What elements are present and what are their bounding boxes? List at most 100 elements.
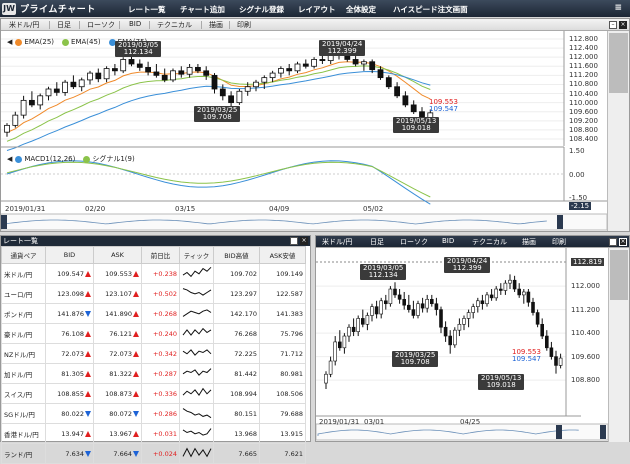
hamburger-menu-icon[interactable]: ≡: [614, 3, 622, 13]
rate-row[interactable]: 豪ドル/円 76.108 76.121 +0.240 76.268 75.796: [1, 323, 306, 344]
change-cell[interactable]: +0.336: [141, 383, 180, 404]
rate-row[interactable]: ランド/円 7.634 7.664 +0.024 7.665 7.621: [1, 443, 306, 464]
technical-button[interactable]: テクニカル: [472, 237, 507, 247]
pair-cell[interactable]: ランド/円: [1, 443, 46, 464]
column-header[interactable]: 前日比: [141, 246, 180, 264]
column-header[interactable]: BID高値: [213, 246, 260, 264]
pair-cell[interactable]: SGドル/円: [1, 403, 46, 424]
rate-row[interactable]: ポンド/円 141.876 141.890 +0.268 142.170 141.383: [1, 303, 306, 324]
bid-cell[interactable]: 80.022: [45, 403, 94, 424]
technical-button[interactable]: テクニカル: [157, 20, 192, 30]
column-header[interactable]: 通貨ペア: [1, 246, 46, 264]
nav-handle-right[interactable]: [557, 215, 563, 229]
ask-cell[interactable]: 108.873: [93, 383, 142, 404]
pair-cell[interactable]: ユーロ/円: [1, 283, 46, 304]
ask-cell[interactable]: 123.107: [93, 283, 142, 304]
column-header[interactable]: BID: [45, 246, 94, 264]
change-cell[interactable]: +0.024: [141, 443, 180, 464]
vertical-scrollbar[interactable]: [608, 248, 629, 442]
ask-low-cell[interactable]: 80.981: [259, 363, 306, 384]
bid-cell[interactable]: 108.855: [45, 383, 94, 404]
ask-cell[interactable]: 7.664: [93, 443, 142, 464]
print-button[interactable]: 印刷: [552, 237, 566, 247]
macd-legend-toggle-icon[interactable]: ◀: [7, 155, 12, 163]
bid-high-cell[interactable]: 76.268: [213, 323, 260, 344]
menu-layout[interactable]: レイアウト: [298, 4, 336, 15]
bid-high-cell[interactable]: 109.702: [213, 263, 260, 284]
bid-high-cell[interactable]: 81.442: [213, 363, 260, 384]
bid-cell[interactable]: 109.547: [45, 263, 94, 284]
column-header[interactable]: ASK安値: [259, 246, 306, 264]
change-cell[interactable]: +0.031: [141, 423, 180, 444]
pair-cell[interactable]: 豪ドル/円: [1, 323, 46, 344]
change-cell[interactable]: +0.342: [141, 343, 180, 364]
close-icon[interactable]: ×: [619, 238, 627, 246]
pair-cell[interactable]: NZドル/円: [1, 343, 46, 364]
column-header[interactable]: ASK: [93, 246, 142, 264]
ask-low-cell[interactable]: 108.506: [259, 383, 306, 404]
close-icon[interactable]: ×: [619, 21, 627, 29]
ask-low-cell[interactable]: 7.621: [259, 443, 306, 464]
pair-selector[interactable]: 米ドル/円: [9, 20, 39, 30]
ask-low-cell[interactable]: 141.383: [259, 303, 306, 324]
price-type-selector[interactable]: BID: [129, 20, 141, 28]
change-cell[interactable]: +0.287: [141, 363, 180, 384]
rate-row[interactable]: NZドル/円 72.073 72.073 +0.342 72.225 71.712: [1, 343, 306, 364]
minimize-icon[interactable]: –: [290, 237, 298, 245]
ask-cell[interactable]: 141.890: [93, 303, 142, 324]
pair-cell[interactable]: 加ドル/円: [1, 363, 46, 384]
column-header[interactable]: ティック: [179, 246, 214, 264]
pair-cell[interactable]: 香港ドル/円: [1, 423, 46, 444]
bid-high-cell[interactable]: 123.297: [213, 283, 260, 304]
chart-type-selector[interactable]: ローソク: [87, 20, 115, 30]
minimize-icon[interactable]: –: [609, 21, 617, 29]
menu-rate-list[interactable]: レート一覧: [128, 4, 166, 15]
rate-row[interactable]: ユーロ/円 123.098 123.107 +0.502 123.297 122.587: [1, 283, 306, 304]
ask-low-cell[interactable]: 79.688: [259, 403, 306, 424]
scroll-thumb[interactable]: [609, 33, 628, 93]
menu-add-chart[interactable]: チャート追加: [180, 4, 225, 15]
vertical-scrollbar[interactable]: [607, 31, 629, 231]
scroll-thumb[interactable]: [610, 250, 628, 300]
bid-high-cell[interactable]: 142.170: [213, 303, 260, 324]
timeframe-selector[interactable]: 日足: [57, 20, 71, 30]
legend-toggle-icon[interactable]: ◀: [7, 38, 12, 46]
menu-signal-register[interactable]: シグナル登録: [239, 4, 284, 15]
ask-low-cell[interactable]: 71.712: [259, 343, 306, 364]
ask-cell[interactable]: 109.553: [93, 263, 142, 284]
bid-cell[interactable]: 13.947: [45, 423, 94, 444]
pair-cell[interactable]: ポンド/円: [1, 303, 46, 324]
bid-high-cell[interactable]: 72.225: [213, 343, 260, 364]
ask-cell[interactable]: 76.121: [93, 323, 142, 344]
bid-high-cell[interactable]: 80.151: [213, 403, 260, 424]
ask-low-cell[interactable]: 13.915: [259, 423, 306, 444]
ask-low-cell[interactable]: 75.796: [259, 323, 306, 344]
rate-row[interactable]: 米ドル/円 109.547 109.553 +0.238 109.702 109.149: [1, 263, 306, 284]
ask-cell[interactable]: 72.073: [93, 343, 142, 364]
change-cell[interactable]: +0.240: [141, 323, 180, 344]
print-button[interactable]: 印刷: [237, 20, 251, 30]
chart-type-selector[interactable]: ローソク: [400, 237, 428, 247]
menu-global-settings[interactable]: 全体設定: [346, 4, 376, 15]
change-cell[interactable]: +0.502: [141, 283, 180, 304]
bid-high-cell[interactable]: 7.665: [213, 443, 260, 464]
drawing-button[interactable]: 描画: [209, 20, 223, 30]
bid-cell[interactable]: 81.305: [45, 363, 94, 384]
ask-low-cell[interactable]: 122.587: [259, 283, 306, 304]
ask-cell[interactable]: 80.072: [93, 403, 142, 424]
rate-row[interactable]: 加ドル/円 81.305 81.322 +0.287 81.442 80.981: [1, 363, 306, 384]
ask-low-cell[interactable]: 109.149: [259, 263, 306, 284]
close-icon[interactable]: ×: [300, 237, 308, 245]
change-cell[interactable]: +0.286: [141, 403, 180, 424]
nav-handle-right[interactable]: [600, 425, 606, 439]
nav-handle-left[interactable]: [556, 425, 562, 439]
bid-high-cell[interactable]: 13.968: [213, 423, 260, 444]
bid-high-cell[interactable]: 108.994: [213, 383, 260, 404]
price-type-selector[interactable]: BID: [442, 237, 454, 245]
bid-cell[interactable]: 7.634: [45, 443, 94, 464]
rate-row[interactable]: スイス/円 108.855 108.873 +0.336 108.994 108.506: [1, 383, 306, 404]
timeframe-selector[interactable]: 日足: [370, 237, 384, 247]
bid-cell[interactable]: 76.108: [45, 323, 94, 344]
ask-cell[interactable]: 13.967: [93, 423, 142, 444]
bid-cell[interactable]: 72.073: [45, 343, 94, 364]
